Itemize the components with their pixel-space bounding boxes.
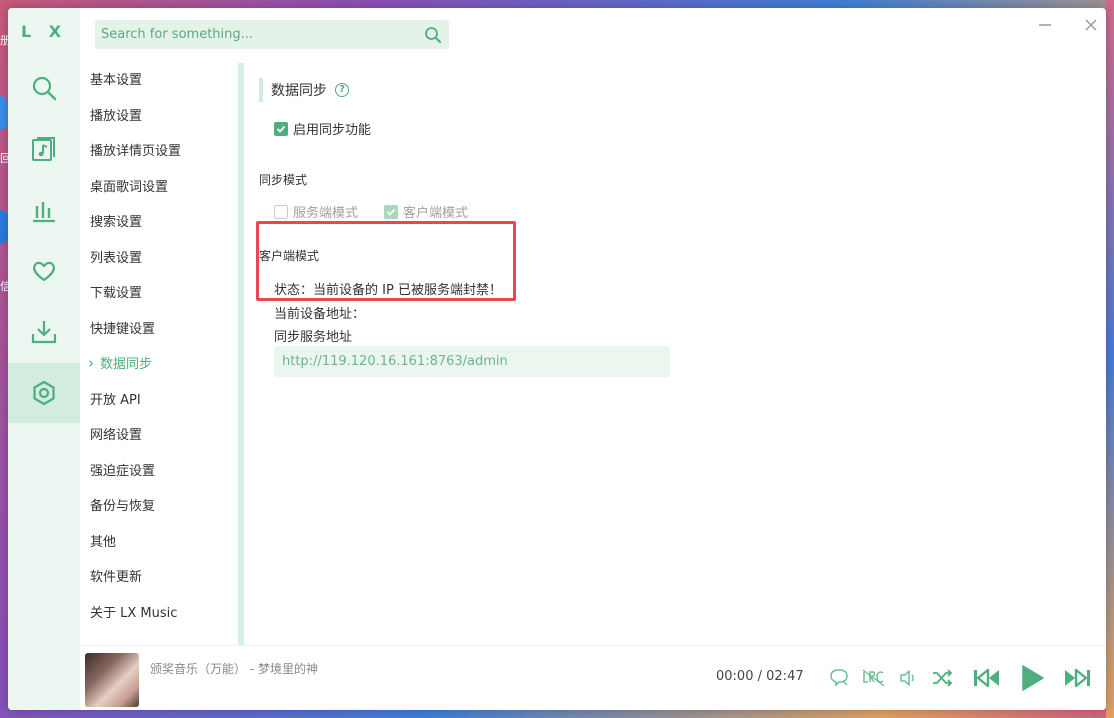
shuffle-button[interactable] [928, 664, 956, 692]
checkbox-checked-icon [384, 204, 398, 219]
server-address-label: 同步服务地址 [274, 330, 353, 345]
comment-icon [830, 669, 848, 687]
album-cover[interactable] [85, 653, 139, 707]
rail-leaderboard[interactable] [8, 180, 80, 240]
previous-icon [974, 668, 999, 688]
close-icon [1085, 19, 1097, 31]
search-input[interactable] [95, 20, 417, 49]
rail-search[interactable] [8, 58, 80, 118]
nav-item-label: 数据同步 [100, 357, 153, 372]
time-separator: / [757, 669, 762, 684]
lyric-icon [862, 669, 885, 687]
search-icon [425, 26, 441, 43]
search-button[interactable] [417, 20, 449, 49]
rail-songlist[interactable] [8, 119, 80, 179]
section-header-sync: 数据同步 ? [259, 78, 349, 102]
icon-rail: L X [8, 8, 80, 710]
section-title: 数据同步 [271, 83, 327, 99]
nav-item-basic[interactable]: 基本设置 [80, 63, 240, 98]
nav-item-update[interactable]: 软件更新 [80, 560, 240, 595]
player-bar: 颁奖音乐（万能） - 梦境里的神 00:00 / 02:47 [80, 645, 1106, 710]
heart-icon [33, 261, 55, 282]
desktop-edge-right [1106, 0, 1114, 718]
nav-item-list[interactable]: 列表设置 [80, 241, 240, 276]
track-title[interactable]: 颁奖音乐（万能） - 梦境里的神 [150, 660, 318, 677]
nav-item-play-detail[interactable]: 播放详情页设置 [80, 134, 240, 169]
rail-favorite[interactable] [8, 241, 80, 301]
settings-content: 数据同步 ? 启用同步功能 同步模式 服务端模式 客户端模式 客户端模式 状态：… [244, 63, 1106, 645]
nav-item-hotkey[interactable]: 快捷键设置 [80, 312, 240, 347]
rail-download[interactable] [8, 302, 80, 362]
nav-item-search[interactable]: 搜索设置 [80, 205, 240, 240]
enable-sync-label: 启用同步功能 [293, 123, 372, 138]
client-mode-label: 客户端模式 [403, 206, 469, 221]
server-mode-checkbox[interactable]: 服务端模式 [274, 202, 358, 221]
server-mode-label: 服务端模式 [293, 206, 359, 221]
current-time: 00:00 [716, 669, 754, 684]
top-bar [80, 8, 1106, 63]
settings-nav: 基本设置 播放设置 播放详情页设置 桌面歌词设置 搜索设置 列表设置 下载设置 … [80, 63, 240, 645]
checkbox-unchecked-icon [274, 204, 288, 219]
volume-icon [900, 670, 914, 686]
settings-icon [33, 380, 55, 406]
nav-item-other[interactable]: 其他 [80, 525, 240, 560]
volume-button[interactable] [894, 664, 922, 692]
device-address-label: 当前设备地址： [274, 307, 366, 322]
app-logo: L X [20, 22, 68, 41]
next-icon [1065, 668, 1090, 688]
next-button[interactable] [1060, 664, 1094, 692]
help-icon[interactable]: ? [335, 83, 349, 97]
nav-item-backup[interactable]: 备份与恢复 [80, 489, 240, 524]
sync-mode-label: 同步模式 [259, 173, 308, 187]
total-time: 02:47 [766, 669, 804, 684]
desktop-app-icon[interactable] [0, 210, 8, 244]
nav-item-sync[interactable]: 数据同步 [80, 346, 240, 382]
nav-item-play[interactable]: 播放设置 [80, 99, 240, 134]
play-icon [1022, 665, 1044, 691]
app-window: L X Search for something... 基本设置 播放设置 播放… [8, 8, 1106, 710]
lyric-toggle-button[interactable] [860, 664, 888, 692]
nav-item-desktop-lyric[interactable]: 桌面歌词设置 [80, 170, 240, 205]
comment-button[interactable] [825, 664, 853, 692]
search-box [95, 20, 449, 49]
previous-button[interactable] [970, 664, 1004, 692]
nav-item-about[interactable]: 关于 LX Music [80, 596, 240, 631]
close-button[interactable] [1080, 14, 1102, 36]
minimize-icon [1039, 24, 1051, 26]
nav-item-ocd[interactable]: 强迫症设置 [80, 454, 240, 489]
enable-sync-checkbox[interactable]: 启用同步功能 [274, 119, 371, 138]
shuffle-icon [933, 669, 953, 687]
client-mode-checkbox[interactable]: 客户端模式 [384, 202, 468, 221]
minimize-button[interactable] [1034, 14, 1056, 36]
nav-item-open-api[interactable]: 开放 API [80, 383, 240, 418]
download-icon [31, 321, 57, 344]
rail-settings[interactable] [8, 363, 80, 423]
search-icon [32, 76, 57, 101]
nav-item-network[interactable]: 网络设置 [80, 418, 240, 453]
music-list-icon [32, 137, 55, 161]
highlight-box [256, 221, 516, 301]
play-button[interactable] [1014, 664, 1048, 692]
play-time: 00:00 / 02:47 [716, 669, 804, 684]
server-address-field[interactable]: http://119.120.16.161:8763/admin [274, 346, 670, 377]
chart-bars-icon [33, 202, 55, 223]
nav-item-download[interactable]: 下载设置 [80, 276, 240, 311]
desktop-app-icon[interactable] [0, 96, 8, 130]
checkbox-checked-icon [274, 121, 288, 136]
